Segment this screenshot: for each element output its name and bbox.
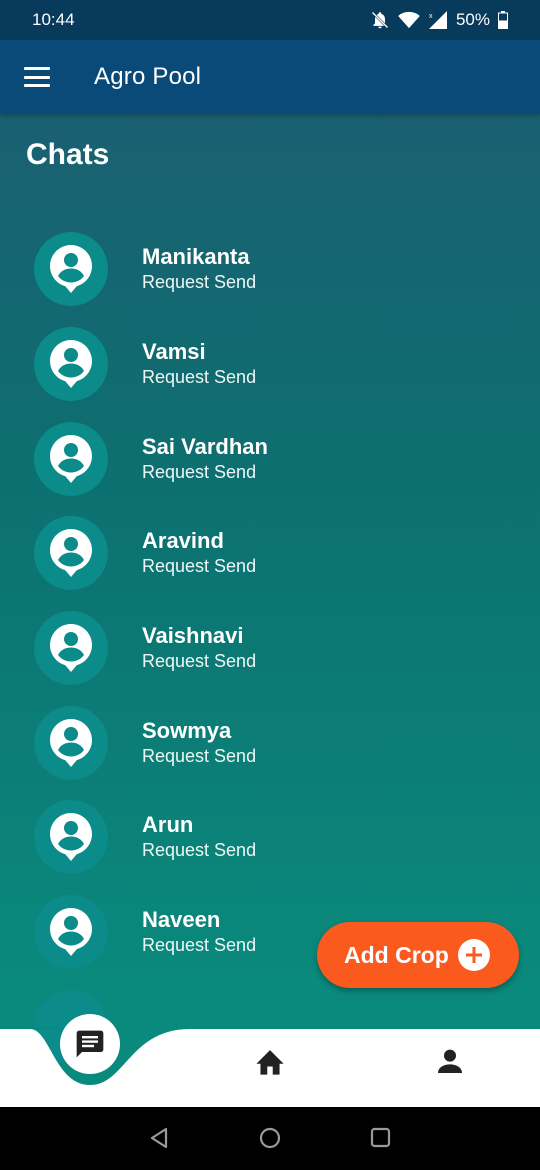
chat-name: Vamsi [142,339,206,365]
avatar [34,232,108,307]
person-pin-icon [50,624,92,673]
avatar [34,895,108,970]
nav-profile-button[interactable] [430,1043,470,1079]
chat-status: Request Send [142,935,257,956]
chat-list-item[interactable]: Vaishnavi Request Send [0,601,540,696]
add-crop-button[interactable]: Add Crop [317,922,519,988]
app-bar: Agro Pool [0,40,540,114]
chat-name: Vaishnavi [142,623,244,649]
person-icon [438,1049,462,1073]
hamburger-icon [24,67,50,70]
person-pin-icon [50,813,92,862]
chat-list-item[interactable]: Arun Request Send [0,790,540,885]
avatar [34,327,108,402]
avatar [34,421,108,496]
chat-status: Request Send [142,272,257,293]
add-crop-label: Add Crop [344,941,449,968]
status-bar: 10:44 x 50% [0,0,540,40]
status-time: 10:44 [32,10,75,29]
chat-status: Request Send [142,745,257,766]
chat-list-item[interactable]: Sowmya Request Send [0,695,540,790]
app-title: Agro Pool [94,63,202,90]
avatar [34,516,108,591]
chat-status: Request Send [142,840,257,861]
chat-status: Request Send [142,556,257,577]
bottom-navigation [0,1014,540,1107]
page-title: Chats [26,138,110,171]
menu-button[interactable] [24,67,50,87]
chat-icon [76,1030,104,1058]
battery-percent: 50% [455,10,490,29]
svg-text:x: x [429,13,433,20]
chat-name: Naveen [142,907,221,933]
add-circle-icon [458,939,490,971]
nav-home-button[interactable] [250,1043,290,1079]
home-circle-icon[interactable] [259,1127,281,1149]
chat-list: Manikanta Request Send Vamsi Request Sen… [0,222,540,980]
chat-list-item[interactable]: Sai Vardhan Request Send [0,411,540,506]
signal-icon: x [428,11,447,29]
avatar [34,800,108,875]
chat-name: Aravind [142,528,224,554]
chat-name: Sowmya [142,717,232,743]
recents-icon[interactable] [370,1127,392,1149]
battery-icon [498,11,508,29]
system-navigation-bar [0,1107,540,1170]
notifications-off-icon [371,11,389,29]
person-pin-icon [50,245,92,294]
chat-name: Manikanta [142,244,250,270]
chat-name: Arun [142,812,194,838]
chat-list-item[interactable]: Vamsi Request Send [0,317,540,412]
home-icon [256,1050,284,1075]
wifi-icon [398,11,420,29]
person-pin-icon [50,529,92,578]
person-pin-icon [50,908,92,957]
person-pin-icon [50,340,92,389]
chat-list-item[interactable]: Aravind Request Send [0,506,540,601]
chat-list-item[interactable]: Manikanta Request Send [0,222,540,317]
person-pin-icon [50,434,92,483]
back-icon[interactable] [148,1127,170,1149]
chat-status: Request Send [142,367,257,388]
avatar [34,611,108,686]
chat-status: Request Send [142,651,257,672]
person-pin-icon [50,718,92,767]
status-icons: x 50% [370,10,508,30]
chat-status: Request Send [142,461,257,482]
chat-name: Sai Vardhan [142,433,268,459]
nav-chat-button[interactable] [60,1014,120,1074]
avatar [34,705,108,780]
